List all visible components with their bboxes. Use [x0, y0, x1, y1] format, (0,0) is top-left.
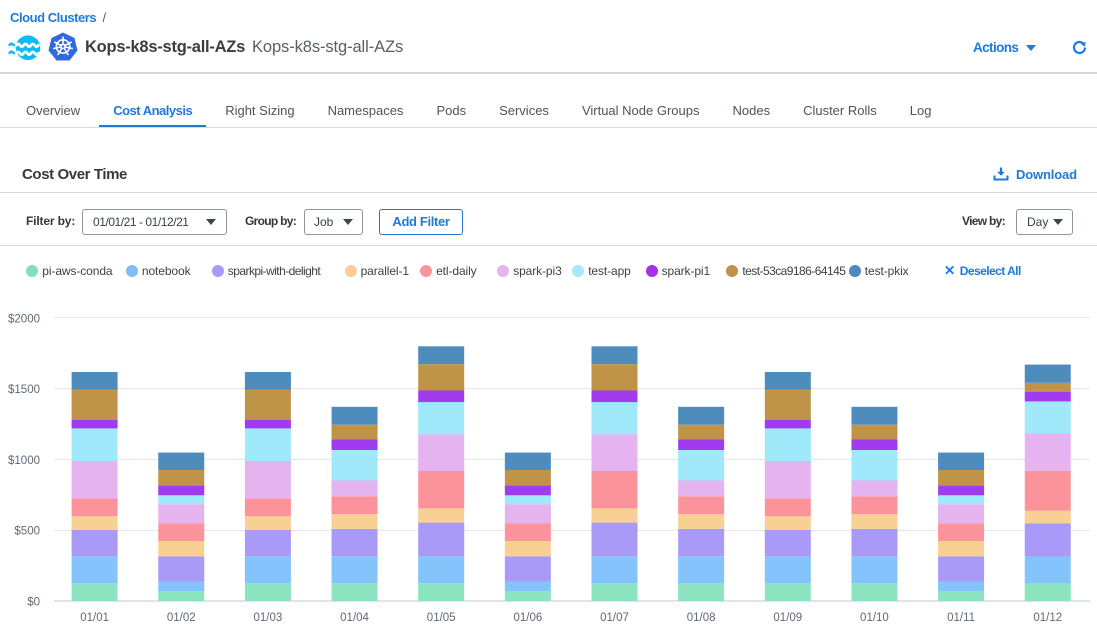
svg-text:01/09: 01/09: [773, 612, 802, 624]
svg-text:01/05: 01/05: [427, 612, 456, 624]
svg-text:01/08: 01/08: [687, 612, 716, 624]
svg-text:01/11: 01/11: [947, 612, 975, 624]
svg-text:$1000: $1000: [8, 455, 40, 467]
svg-text:$2000: $2000: [8, 313, 40, 325]
svg-text:$500: $500: [14, 526, 40, 538]
svg-text:01/03: 01/03: [254, 612, 283, 624]
svg-text:01/02: 01/02: [167, 612, 196, 624]
svg-text:$0: $0: [27, 597, 40, 609]
svg-text:$1500: $1500: [8, 384, 40, 396]
svg-text:01/06: 01/06: [513, 612, 542, 624]
svg-text:01/01: 01/01: [80, 612, 109, 624]
svg-text:01/12: 01/12: [1033, 612, 1062, 624]
svg-text:01/07: 01/07: [600, 612, 629, 624]
svg-text:01/04: 01/04: [340, 612, 369, 624]
svg-text:01/10: 01/10: [860, 612, 889, 624]
